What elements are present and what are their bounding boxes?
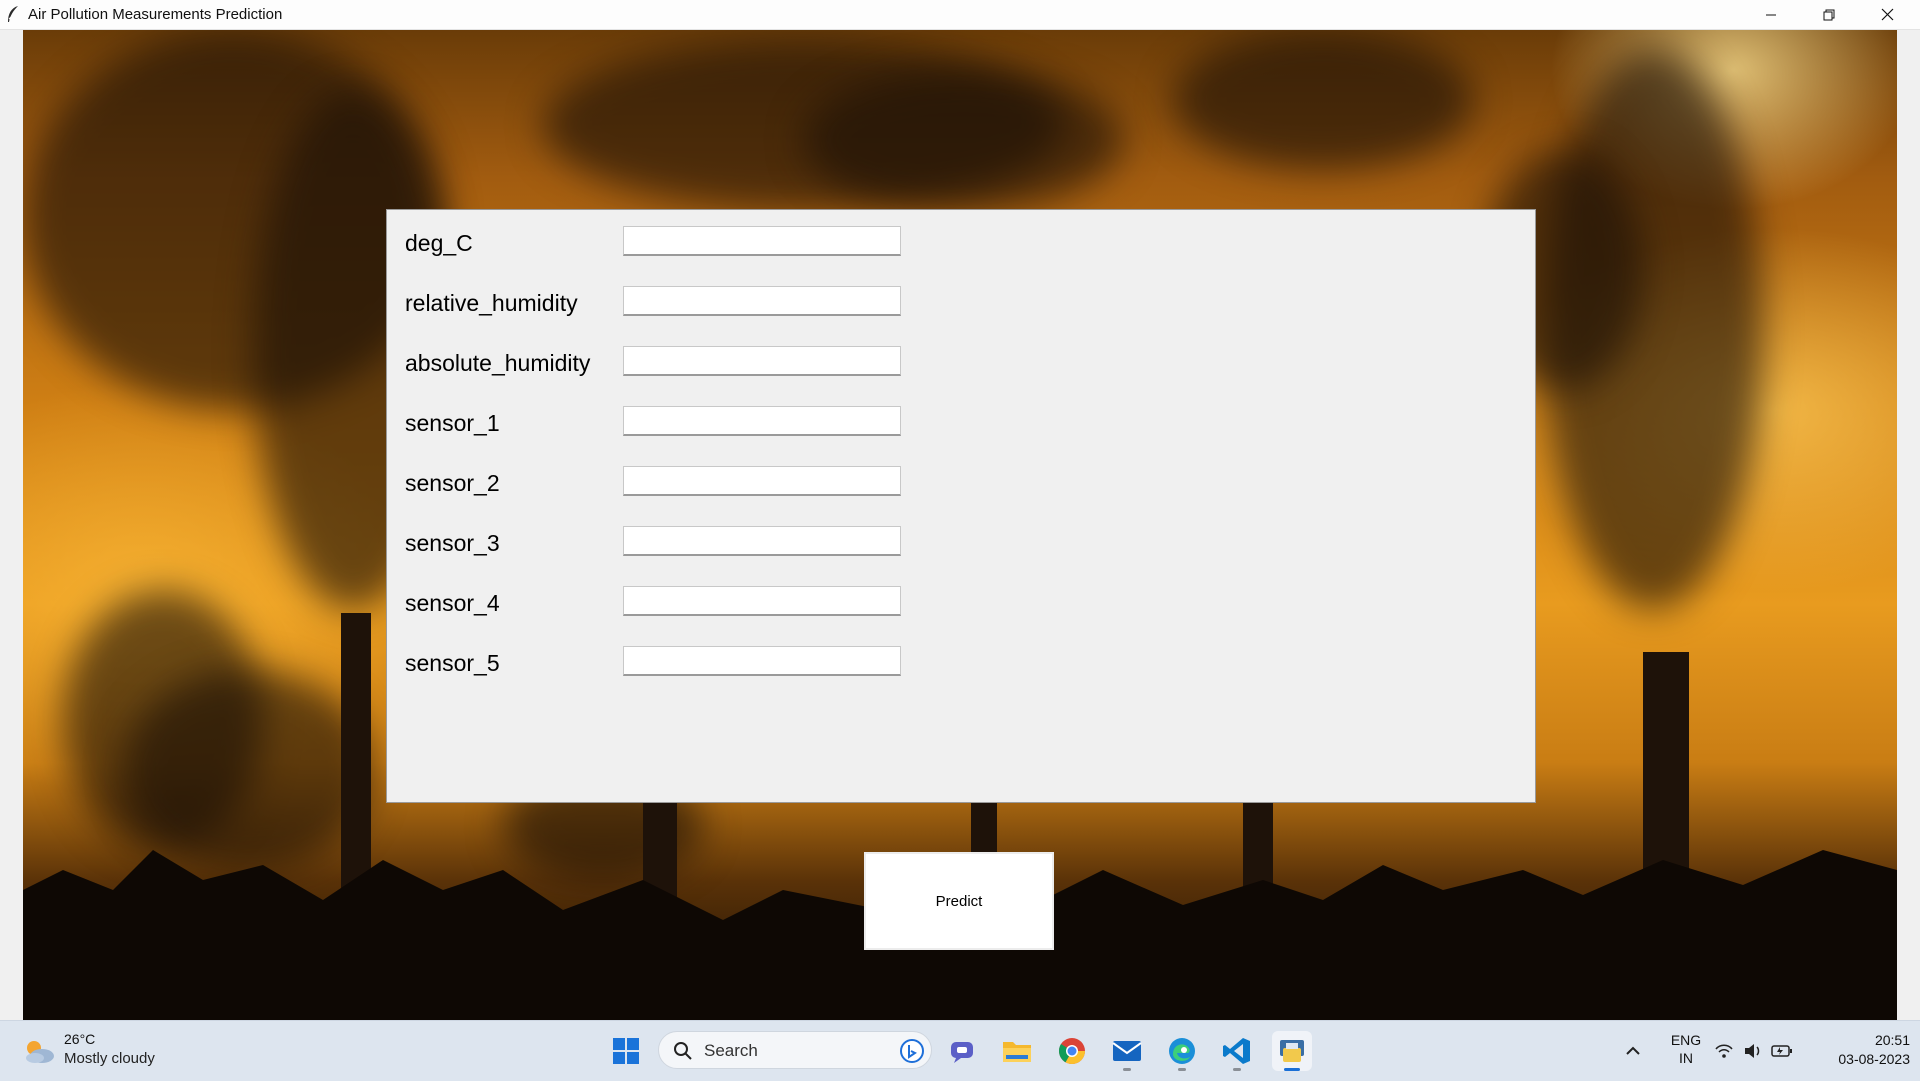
sensor-4-input[interactable] [623,586,901,616]
weather-temperature: 26°C [64,1031,96,1047]
battery-icon [1771,1045,1792,1057]
input-language-indicator[interactable]: ENG IN [1666,1031,1706,1067]
weather-widget[interactable]: 26°C Mostly cloudy [22,1029,172,1073]
restore-icon [1823,9,1835,20]
field-label: relative_humidity [405,290,578,316]
vscode-taskbar-icon[interactable] [1217,1031,1257,1071]
tk-feather-icon [8,6,18,22]
clock-date: 03-08-2023 [1838,1051,1910,1067]
close-icon [1881,8,1893,21]
field-label: absolute_humidity [405,350,591,376]
field-label: sensor_4 [405,590,500,616]
edge-taskbar-icon[interactable] [1162,1031,1202,1071]
taskbar-search-box[interactable]: Search [658,1031,932,1069]
restore-button[interactable] [1800,0,1858,29]
title-bar: Air Pollution Measurements Prediction [0,0,1920,30]
folder-icon [1003,1042,1031,1062]
chevron-up-icon [1626,1046,1640,1055]
field-label: sensor_5 [405,650,500,676]
vscode-icon [1223,1038,1250,1064]
sensor-5-input[interactable] [623,646,901,676]
clock-time: 20:51 [1874,1032,1910,1048]
mail-taskbar-icon[interactable] [1107,1031,1147,1071]
sensor-3-input[interactable] [623,526,901,556]
volume-icon [1745,1044,1760,1058]
running-indicator [1178,1068,1186,1071]
absolute-humidity-input[interactable] [623,346,901,376]
quick-settings-button[interactable] [1714,1031,1794,1071]
search-placeholder: Search [704,1041,758,1060]
input-form-frame: deg_C relative_humidity absolute_humidit… [386,209,1536,803]
minimize-button[interactable] [1742,0,1800,29]
start-button[interactable] [606,1031,646,1071]
sensor-1-input[interactable] [623,406,901,436]
language-code: ENG [1670,1032,1702,1048]
relative-humidity-input[interactable] [623,286,901,316]
mail-icon [1112,1041,1142,1061]
sensor-2-input[interactable] [623,466,901,496]
bing-chat-icon [900,1039,924,1063]
cloudy-weather-icon [26,1041,54,1063]
chrome-icon [1058,1038,1086,1065]
minimize-icon [1766,14,1776,15]
python-taskbar-icon[interactable] [1272,1031,1312,1071]
taskbar-clock[interactable]: 20:51 03-08-2023 [1810,1031,1910,1069]
active-indicator [1284,1068,1300,1071]
python-icon [1280,1040,1304,1062]
edge-icon [1169,1038,1195,1064]
wifi-icon [1715,1044,1733,1058]
chat-icon [951,1042,973,1063]
file-explorer-taskbar-icon[interactable] [997,1031,1037,1071]
running-indicator [1233,1068,1241,1071]
window-client-area: deg_C relative_humidity absolute_humidit… [0,30,1920,1020]
search-icon [674,1042,692,1060]
show-hidden-icons-button[interactable] [1613,1031,1653,1071]
field-label: sensor_3 [405,530,500,556]
running-indicator [1123,1068,1131,1071]
field-label: deg_C [405,230,473,256]
chrome-taskbar-icon[interactable] [1052,1031,1092,1071]
window-title: Air Pollution Measurements Prediction [28,6,283,23]
predict-button[interactable]: Predict [864,852,1054,950]
field-label: sensor_2 [405,470,500,496]
deg-c-input[interactable] [623,226,901,256]
teams-chat-taskbar-icon[interactable] [942,1031,982,1071]
field-label: sensor_1 [405,410,500,436]
windows-logo-icon [613,1038,639,1064]
weather-description: Mostly cloudy [64,1050,155,1067]
taskbar: 26°C Mostly cloudy Search ENG IN 20:51 0… [0,1020,1920,1081]
region-code: IN [1679,1050,1693,1066]
close-button[interactable] [1858,0,1916,29]
